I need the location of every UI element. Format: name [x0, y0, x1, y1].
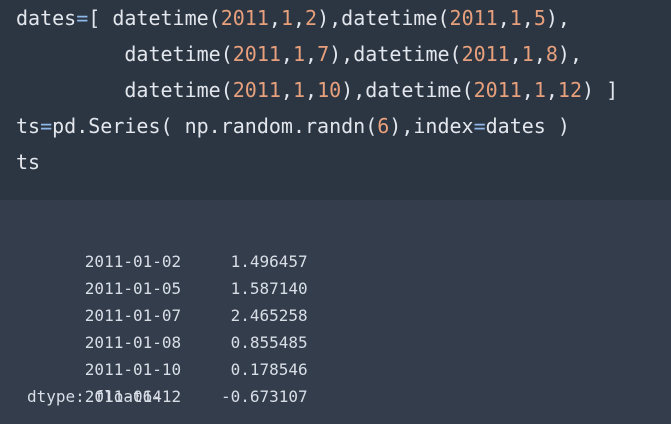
series-value: -0.673107 [220, 387, 308, 406]
code-number-token: 7 [317, 42, 330, 66]
code-number-token: 1 [280, 6, 293, 30]
code-line: dates=[ datetime(2011,1,2),datetime(2011… [16, 0, 570, 36]
series-row: 2011-01-12 -0.673107 [27, 356, 308, 406]
code-number-token: 2011 [473, 78, 522, 102]
code-number-token: 2011 [449, 6, 498, 30]
code-text-token: ts [16, 150, 41, 174]
code-operator-token: = [473, 114, 486, 138]
code-text-token: , [509, 42, 522, 66]
code-text-token: , [292, 6, 306, 30]
code-text-token: , [280, 78, 293, 102]
code-number-token: 12 [557, 78, 583, 102]
code-text-token: ),datetime( [317, 6, 450, 30]
code-line: datetime(2011,1,10),datetime(2011,1,12) … [16, 72, 618, 108]
code-number-token: 5 [533, 6, 546, 30]
code-number-token: 1 [521, 42, 534, 66]
code-text-token: ts [16, 114, 41, 138]
code-text-token: , [280, 42, 293, 66]
series-row: 2011-01-02 1.496457 [27, 221, 308, 271]
code-text-token: , [545, 78, 558, 102]
series-row: 2011-01-07 2.465258 [27, 275, 308, 325]
code-operator-token: = [40, 114, 53, 138]
code-text-token: ),datetime( [341, 78, 474, 102]
code-number-token: 8 [545, 42, 558, 66]
code-text-token: ), [557, 42, 583, 66]
code-text-token: pd.Series( np.random.randn( [52, 114, 378, 138]
code-number-token: 2011 [461, 42, 510, 66]
code-number-token: 2 [305, 6, 318, 30]
code-text-token: , [497, 6, 510, 30]
code-line: ts=pd.Series( np.random.randn(6),index=d… [16, 108, 570, 144]
code-text-token: , [521, 6, 534, 30]
series-row: 2011-01-05 1.587140 [27, 248, 308, 298]
notebook-page: dates=[ datetime(2011,1,2),datetime(2011… [0, 0, 671, 424]
code-text-token: datetime( [16, 78, 233, 102]
code-text-token: , [268, 6, 281, 30]
code-text-token: dates [16, 6, 77, 30]
code-number-token: 10 [317, 78, 342, 102]
code-text-token: dates ) [485, 114, 570, 138]
code-text-token: ),datetime( [329, 42, 462, 66]
code-text-token: ),index [389, 114, 474, 138]
code-number-token: 2011 [220, 6, 269, 30]
code-text-token: [ datetime( [88, 6, 221, 30]
code-line: ts [16, 144, 40, 180]
dtype-line: dtype: float64 [27, 387, 162, 406]
code-text-token: ), [545, 6, 570, 30]
code-number-token: 6 [377, 114, 390, 138]
code-text-token: , [305, 42, 318, 66]
code-text-token: , [305, 78, 318, 102]
code-number-token: 1 [509, 6, 522, 30]
code-operator-token: = [76, 6, 89, 30]
code-text-token: , [521, 78, 534, 102]
code-number-token: 1 [292, 78, 306, 102]
code-cell[interactable]: dates=[ datetime(2011,1,2),datetime(2011… [0, 0, 671, 200]
code-number-token: 1 [533, 78, 546, 102]
code-number-token: 1 [292, 42, 306, 66]
code-text-token: , [533, 42, 546, 66]
code-text-token: datetime( [16, 42, 233, 66]
code-text-token: ) ] [582, 78, 619, 102]
code-number-token: 2011 [232, 42, 281, 66]
output-cell: 2011-01-02 1.496457 2011-01-05 1.587140 … [0, 200, 671, 424]
code-number-token: 2011 [232, 78, 281, 102]
series-row: 2011-01-08 0.855485 [27, 302, 308, 352]
series-row: 2011-01-10 0.178546 [27, 329, 308, 379]
code-line: datetime(2011,1,7),datetime(2011,1,8), [16, 36, 582, 72]
